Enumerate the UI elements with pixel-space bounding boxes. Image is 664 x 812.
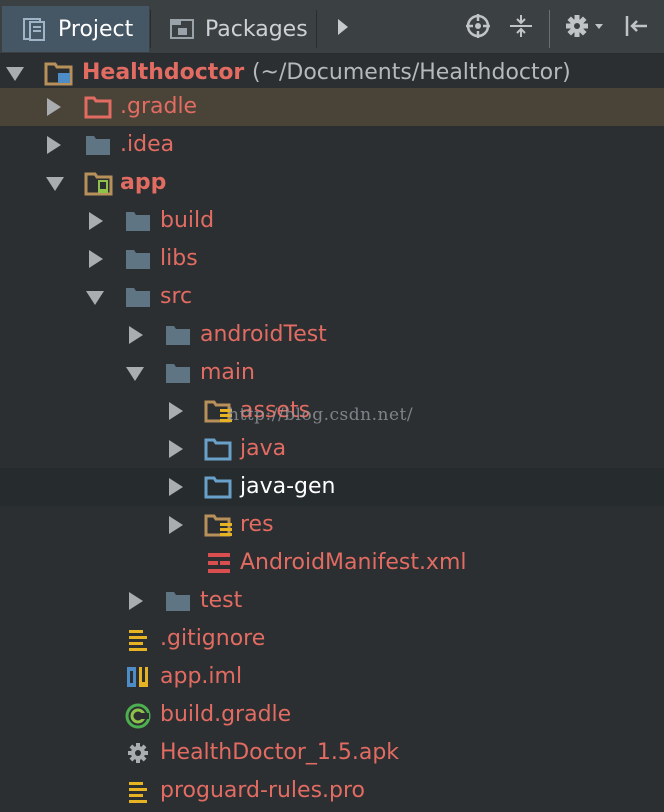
expand-arrow-icon[interactable] (166, 402, 184, 420)
hide-panel-button[interactable] (620, 10, 652, 48)
collapse-arrow-icon[interactable] (86, 288, 104, 306)
more-views-button[interactable] (328, 10, 358, 48)
tree-item-src[interactable]: src (0, 278, 664, 316)
tree-item-android-manifest[interactable]: AndroidManifest.xml (0, 544, 664, 582)
tree-root-label: Healthdoctor (~/Documents/Healthdoctor) (82, 54, 571, 92)
folder-icon (164, 323, 190, 347)
tree-item-build-gradle[interactable]: build.gradle (0, 696, 664, 734)
tool-window-header: Project Packages (0, 0, 664, 54)
resource-folder-icon (204, 399, 232, 423)
tree-item-label: .gradle (120, 94, 198, 119)
tree-item-build[interactable]: build (0, 202, 664, 240)
collapse-arrow-icon[interactable] (126, 364, 144, 382)
tab-packages[interactable]: Packages (151, 6, 315, 52)
expand-arrow-icon[interactable] (86, 212, 104, 230)
expand-arrow-icon[interactable] (166, 516, 184, 534)
hide-icon (623, 13, 649, 45)
folder-icon (124, 209, 150, 233)
tree-item-label: androidTest (200, 322, 327, 347)
tree-item-libs[interactable]: libs (0, 240, 664, 278)
android-module-icon (84, 171, 113, 196)
folder-icon (84, 133, 110, 157)
module-folder-icon (44, 61, 73, 86)
text-file-icon (126, 627, 152, 651)
tree-item-label: build (160, 208, 215, 233)
tree-item-label: AndroidManifest.xml (240, 550, 467, 575)
tree-item-idea[interactable]: .idea (0, 126, 664, 164)
tree-item-label: .idea (120, 132, 175, 157)
divider (316, 10, 317, 48)
text-file-icon (126, 779, 152, 803)
tab-project[interactable]: Project (2, 6, 149, 52)
tree-item-label: libs (160, 246, 198, 271)
tree-item-java-gen[interactable]: java-gen (0, 468, 664, 506)
tree-item-test[interactable]: test (0, 582, 664, 620)
iml-file-icon (126, 665, 152, 689)
tree-item-label: proguard-rules.pro (160, 778, 366, 803)
tree-item-main[interactable]: main (0, 354, 664, 392)
tab-packages-label: Packages (205, 16, 308, 42)
tree-item-label: .gitignore (160, 626, 266, 651)
tree-item-label: app.iml (160, 664, 243, 689)
tree-item-res[interactable]: res (0, 506, 664, 544)
tree-item-proguard[interactable]: proguard-rules.pro (0, 772, 664, 810)
tree-item-label: java-gen (240, 474, 336, 499)
collapse-arrow-icon[interactable] (6, 64, 24, 82)
scroll-from-source-button[interactable] (462, 10, 494, 48)
project-tree: Healthdoctor (~/Documents/Healthdoctor) … (0, 54, 664, 812)
expand-arrow-icon[interactable] (44, 98, 62, 116)
chevron-right-icon (336, 17, 350, 42)
tree-item-app[interactable]: app (0, 164, 664, 202)
expand-arrow-icon[interactable] (166, 440, 184, 458)
collapse-all-button[interactable] (505, 10, 537, 48)
tree-item-label: main (200, 360, 255, 385)
collapse-arrow-icon[interactable] (46, 174, 64, 192)
tree-item-label: java (240, 436, 287, 461)
divider (549, 10, 550, 48)
tree-item-label: res (240, 512, 274, 537)
tree-item-androidtest[interactable]: androidTest (0, 316, 664, 354)
tree-item-java[interactable]: java (0, 430, 664, 468)
folder-icon (124, 285, 150, 309)
expand-arrow-icon[interactable] (126, 326, 144, 344)
settings-button[interactable] (563, 10, 607, 48)
tree-item-label: app (120, 170, 167, 195)
expand-arrow-icon[interactable] (166, 478, 184, 496)
project-view-icon (22, 16, 48, 42)
packages-view-icon (169, 16, 195, 42)
folder-icon (164, 361, 190, 385)
gradle-file-icon (124, 703, 151, 729)
crosshair-icon (465, 13, 491, 45)
expand-arrow-icon[interactable] (44, 136, 62, 154)
tree-item-label: test (200, 588, 243, 613)
gear-icon (565, 13, 605, 45)
resource-folder-icon (204, 513, 232, 537)
tree-item-label: src (160, 284, 193, 309)
expand-arrow-icon[interactable] (86, 250, 104, 268)
manifest-file-icon (206, 551, 232, 575)
tree-root[interactable]: Healthdoctor (~/Documents/Healthdoctor) (0, 54, 664, 92)
expand-arrow-icon[interactable] (126, 592, 144, 610)
tab-project-label: Project (58, 16, 134, 42)
tree-item-label: build.gradle (160, 702, 292, 727)
tree-item-label: HealthDoctor_1.5.apk (160, 740, 400, 765)
apk-gear-icon (126, 741, 152, 765)
tree-item-app-iml[interactable]: app.iml (0, 658, 664, 696)
tree-item-gradle[interactable]: .gradle (0, 88, 664, 126)
folder-icon (124, 247, 150, 271)
excluded-folder-icon (84, 95, 112, 119)
project-name: Healthdoctor (82, 60, 245, 85)
source-folder-icon (204, 475, 232, 499)
project-path: (~/Documents/Healthdoctor) (251, 60, 571, 85)
source-folder-icon (204, 437, 232, 461)
collapse-all-icon (508, 13, 534, 45)
watermark: http://blog.csdn.net/ (228, 405, 414, 425)
folder-icon (164, 589, 190, 613)
tree-item-apk[interactable]: HealthDoctor_1.5.apk (0, 734, 664, 772)
tree-item-gitignore[interactable]: .gitignore (0, 620, 664, 658)
